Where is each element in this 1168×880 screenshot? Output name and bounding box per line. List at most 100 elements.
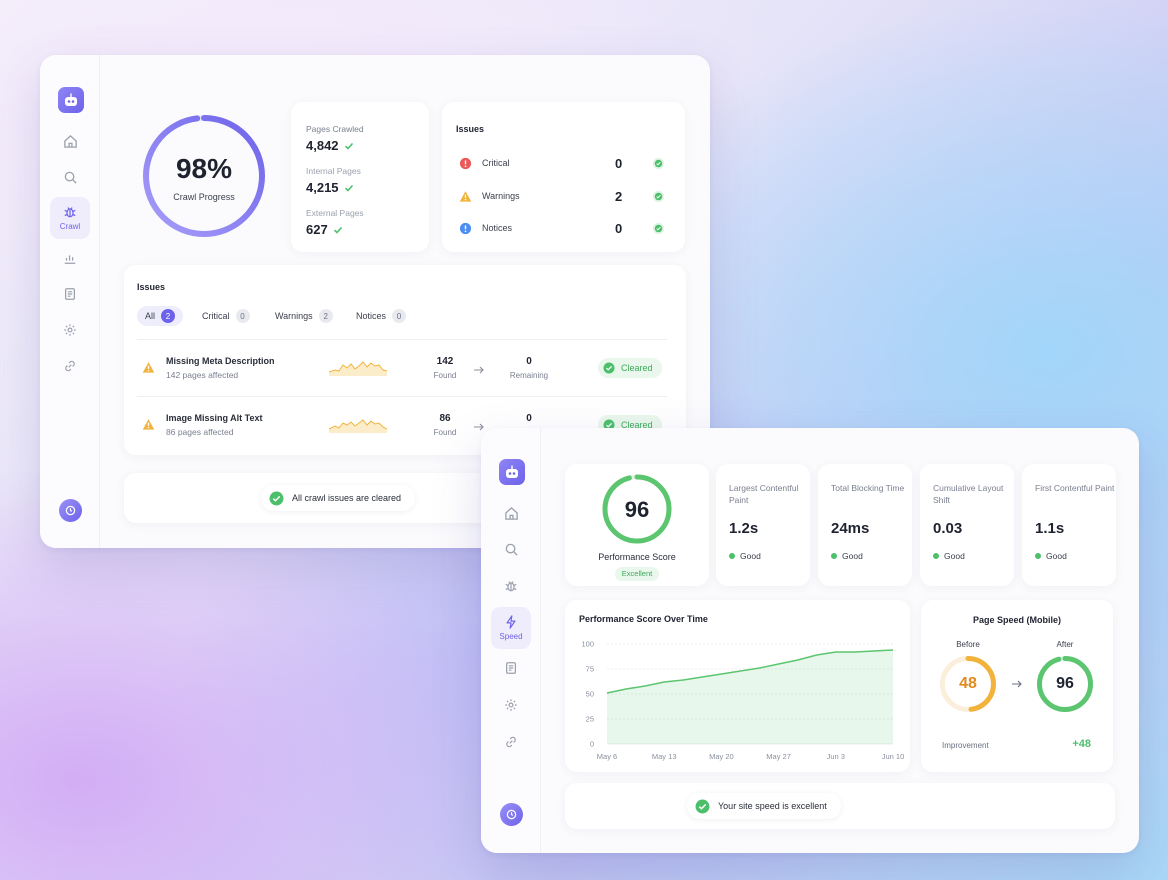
tab-notices[interactable]: Notices 0 (356, 306, 407, 326)
before-label: Before (956, 640, 980, 649)
y-tick-label: 75 (586, 665, 594, 674)
tab-label: Critical (202, 311, 230, 321)
check-icon (344, 184, 353, 192)
found-label: Found (433, 371, 457, 380)
check-icon (344, 142, 353, 150)
warning-icon (142, 362, 155, 373)
issues-summary-title: Issues (456, 124, 485, 134)
speed-footer-card: Your site speed is excellent (565, 783, 1115, 829)
performance-chart: 100 75 50 25 0May 6 May 13 May 20 May 27 Jun 3 Ju… (581, 640, 905, 762)
nav-crawl-label: Crawl (59, 222, 81, 231)
tab-label: All (145, 311, 156, 321)
stat-label: External Pages (306, 208, 364, 218)
bolt-icon (506, 615, 516, 629)
tab-count: 2 (318, 309, 333, 323)
nav-document-icon[interactable] (50, 281, 90, 307)
x-tick-label: Jun 10 (882, 752, 905, 761)
metric-status-label: Good (1046, 551, 1067, 561)
metric-value: 0.03 (933, 520, 963, 537)
crawl-footer-message: All crawl issues are cleared (261, 485, 416, 511)
before-value: 48 (959, 675, 977, 692)
y-tick-label: 50 (586, 690, 594, 699)
nav-speed[interactable]: Speed (491, 607, 531, 649)
stat-label: Internal Pages (306, 166, 361, 176)
chart-area (607, 650, 893, 744)
robot-logo-icon[interactable] (58, 87, 84, 113)
nav-speed-label: Speed (499, 632, 523, 641)
x-tick-label: Jun 3 (827, 752, 845, 761)
issue-row-notices[interactable]: Notices 0 (459, 221, 665, 236)
speed-window: Speed 96 Performance Score Excellent Lar… (481, 428, 1139, 853)
issues-list-title: Issues (137, 282, 166, 292)
metric-status-label: Good (740, 551, 761, 561)
metric-status: Good (729, 551, 761, 561)
status-dot (729, 553, 735, 559)
footer-text: Your site speed is excellent (718, 801, 827, 811)
nav-search-icon[interactable] (491, 536, 531, 562)
cleared-badge: Cleared (598, 358, 662, 378)
help-icon[interactable] (500, 803, 523, 826)
tab-count: 0 (392, 309, 407, 323)
tab-label: Notices (356, 311, 387, 321)
tab-critical[interactable]: Critical 0 (202, 306, 250, 326)
nav-crawl[interactable]: Crawl (50, 197, 90, 239)
stat-pages-crawled: Pages Crawled 4,842 (306, 124, 364, 153)
remaining-value: 0 (526, 356, 532, 367)
improvement-label: Improvement (942, 741, 989, 750)
metric-status-label: Good (944, 551, 965, 561)
sidebar: Crawl (40, 55, 100, 548)
tab-warnings[interactable]: Warnings 2 (275, 306, 333, 326)
page-speed-title: Page Speed (Mobile) (972, 615, 1061, 625)
performance-score-card: 96 Performance Score Excellent (565, 464, 709, 586)
x-tick-label: May 27 (766, 752, 791, 761)
after-label: After (1056, 640, 1074, 649)
nav-settings-icon[interactable] (50, 317, 90, 343)
issue-row-count: 2 (615, 188, 623, 204)
metric-title: First Contentful Paint (1035, 483, 1115, 493)
metric-title: Total Blocking Time (831, 483, 905, 493)
metric-value: 1.1s (1035, 520, 1065, 537)
issue-title: Image Missing Alt Text (166, 413, 263, 423)
critical-icon (459, 157, 472, 169)
tab-label: Warnings (275, 311, 313, 321)
issue-row-count: 0 (615, 155, 623, 171)
found-label: Found (433, 428, 457, 437)
issue-row-critical[interactable]: Critical 0 (459, 155, 665, 171)
status-dot (831, 553, 837, 559)
nav-settings-icon[interactable] (491, 692, 531, 718)
nav-chart-icon[interactable] (50, 245, 90, 271)
nav-home-icon[interactable] (491, 500, 531, 526)
nav-search-icon[interactable] (50, 164, 90, 190)
stat-value: 4,842 (306, 138, 339, 153)
metric-title: Cumulative Layout Shift (933, 483, 1004, 505)
help-icon[interactable] (59, 499, 82, 522)
nav-link-icon[interactable] (491, 729, 531, 755)
issue-row-label: Notices (482, 223, 513, 233)
check-circle-icon (269, 491, 284, 505)
check-circle-icon (603, 362, 615, 374)
nav-document-icon[interactable] (491, 655, 531, 681)
found-value: 142 (436, 356, 454, 367)
metric-card-cls: Cumulative Layout Shift 0.03 Good (920, 464, 1014, 586)
crawl-progress-card: 98% Crawl Progress (122, 103, 282, 251)
issue-row-warnings[interactable]: Warnings 2 (459, 188, 665, 204)
cleared-label: Cleared (621, 363, 653, 373)
check-circle-icon (695, 799, 710, 813)
issue-row-label: Warnings (482, 191, 520, 201)
nav-link-icon[interactable] (50, 353, 90, 379)
issue-row-label: Critical (482, 158, 510, 168)
footer-text: All crawl issues are cleared (292, 493, 402, 503)
issue-list-row[interactable]: Missing Meta Description 142 pages affec… (137, 350, 667, 390)
x-tick-label: May 13 (652, 752, 677, 761)
check-circle-icon (652, 190, 665, 202)
metric-title: Largest Contentful Paint (729, 483, 799, 505)
robot-logo-icon[interactable] (499, 459, 525, 485)
issue-subtitle: 86 pages affected (166, 427, 234, 437)
tab-all[interactable]: All 2 (137, 306, 184, 326)
nav-bug-icon[interactable] (491, 573, 531, 599)
metric-status: Good (933, 551, 965, 561)
y-tick-label: 25 (586, 715, 594, 724)
nav-home-icon[interactable] (50, 128, 90, 154)
status-dot (933, 553, 939, 559)
stats-card: Pages Crawled 4,842 Internal Pages 4,215… (291, 102, 429, 252)
